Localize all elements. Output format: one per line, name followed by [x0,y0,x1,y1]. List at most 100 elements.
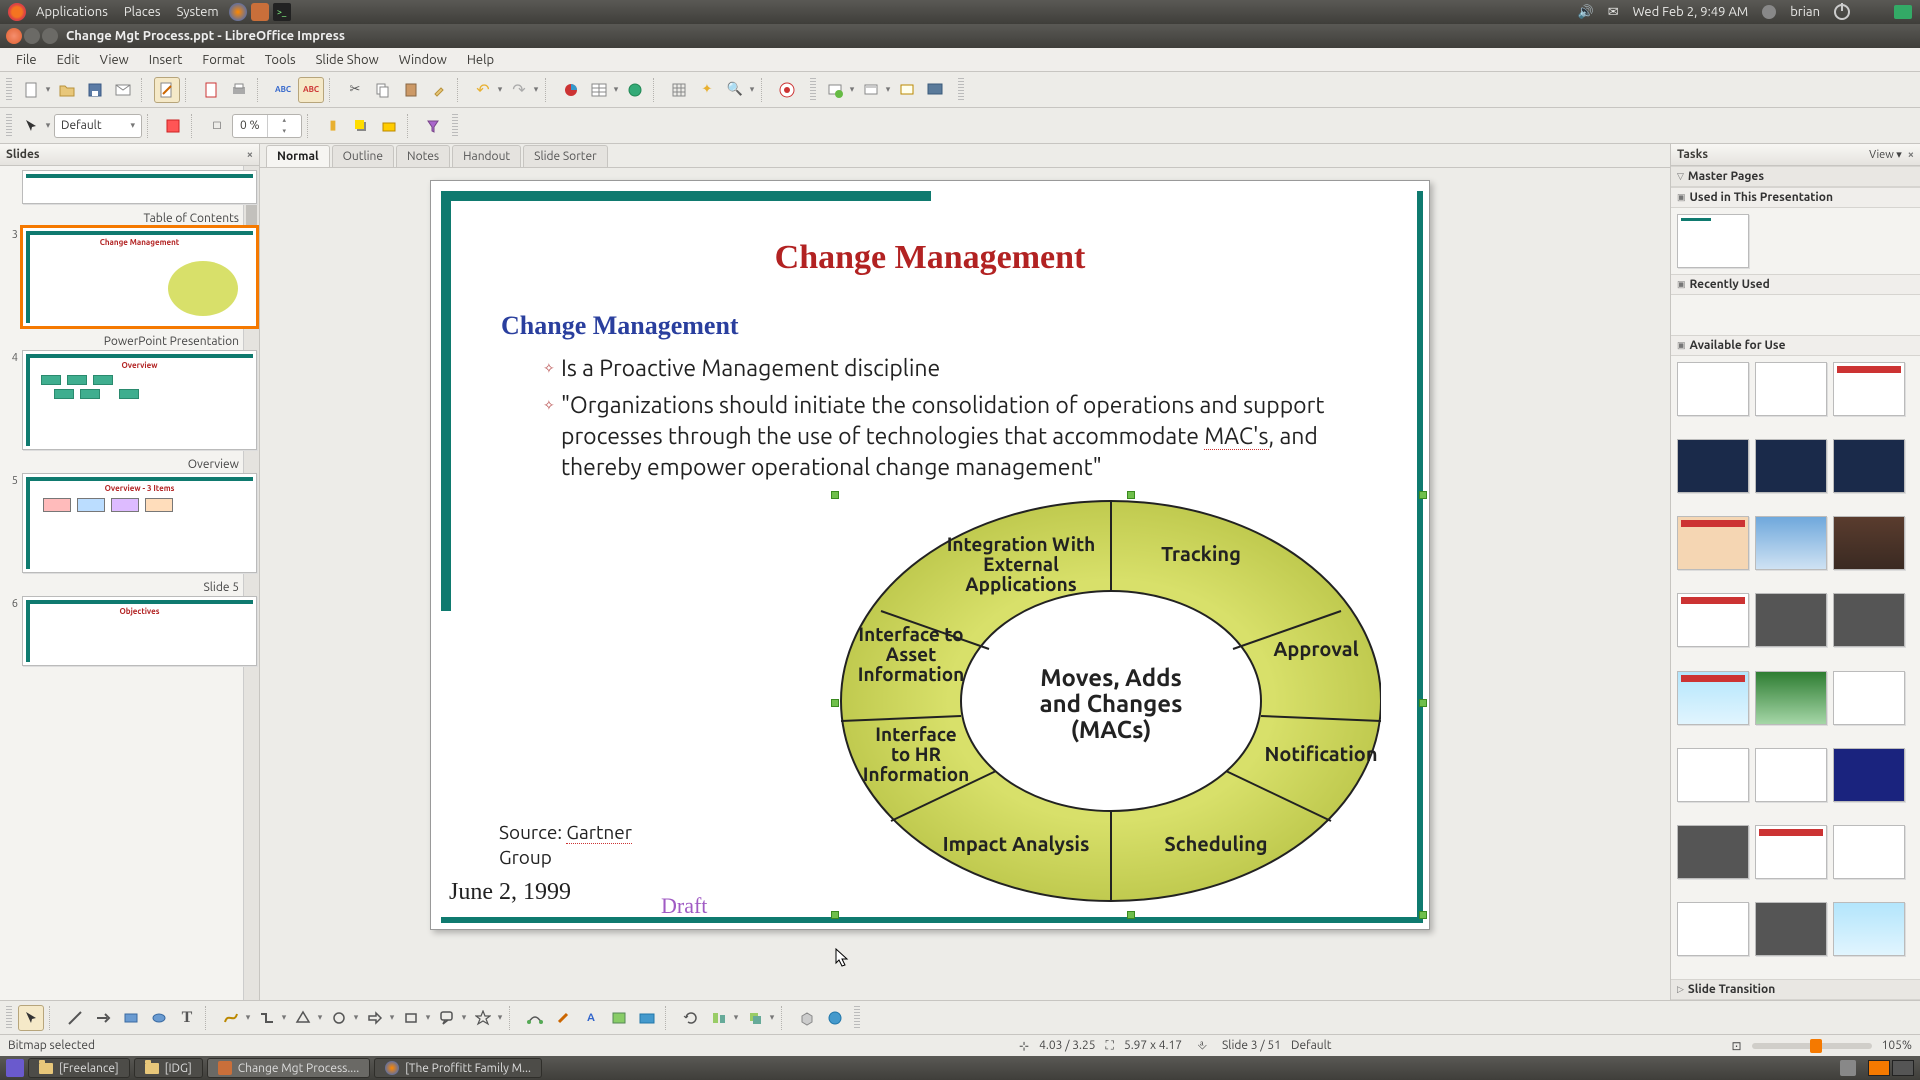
points-edit-tool[interactable] [522,1005,548,1031]
selection-handle[interactable] [1127,911,1135,919]
window-close-button[interactable] [6,28,22,44]
menu-insert[interactable]: Insert [139,50,193,70]
callout-tool[interactable] [434,1005,460,1031]
master-page-thumb[interactable] [1677,362,1749,416]
from-file-tool[interactable] [606,1005,632,1031]
master-page-thumb[interactable] [1833,671,1905,725]
symbol-shapes-tool[interactable] [326,1005,352,1031]
align-tool[interactable] [706,1005,732,1031]
text-tool[interactable]: T [174,1005,200,1031]
section-master-pages[interactable]: Master Pages [1688,170,1764,183]
line-tool[interactable] [62,1005,88,1031]
slides-panel-close[interactable]: × [247,149,253,161]
slide-date[interactable]: June 2, 1999 [449,879,571,906]
paste-button[interactable] [398,77,424,103]
master-page-thumb[interactable] [1755,362,1827,416]
gallery-tool[interactable] [634,1005,660,1031]
gluepoints-tool[interactable] [550,1005,576,1031]
toolbar3-end-grip[interactable] [452,114,458,138]
master-page-thumb[interactable] [1677,439,1749,493]
basic-shapes-tool[interactable] [290,1005,316,1031]
hyperlink-button[interactable] [622,77,648,103]
arrow-tool-dropdown[interactable]: ▾ [44,120,52,131]
mac-donut-diagram[interactable]: Integration WithExternalApplications Tra… [821,491,1381,911]
menu-system[interactable]: System [171,3,225,21]
menu-edit[interactable]: Edit [47,50,90,70]
undo-button[interactable]: ↶ [470,77,496,103]
arrange-dropdown[interactable]: ▾ [768,1012,776,1023]
new-button[interactable] [18,77,44,103]
slide-thumbnail-6[interactable]: Objectives [22,596,257,666]
zoom-button[interactable]: 🔍 [722,77,748,103]
zoom-value[interactable]: 105% [1882,1039,1912,1052]
redo-button[interactable]: ↷ [506,77,532,103]
slide-layout-button[interactable] [858,77,884,103]
spellcheck-button[interactable]: ABC [270,77,296,103]
slide-layout-dropdown[interactable]: ▾ [884,84,892,95]
chart-button[interactable] [558,77,584,103]
zoom-slider[interactable] [1752,1043,1872,1049]
selection-handle[interactable] [1419,911,1427,919]
mail-icon[interactable]: ✉ [1608,5,1619,20]
tab-notes[interactable]: Notes [396,145,450,167]
slide-thumbnail-2[interactable] [22,170,257,204]
master-page-thumb[interactable] [1755,902,1827,956]
master-page-thumb[interactable] [1677,671,1749,725]
master-page-thumb[interactable] [1833,362,1905,416]
selection-handle[interactable] [1419,491,1427,499]
insert-slide-button[interactable] [822,77,848,103]
taskbar-item[interactable]: [IDG] [134,1058,203,1078]
menu-view[interactable]: View [90,50,139,70]
section-slide-transition[interactable]: Slide Transition [1688,983,1775,996]
curve-dropdown[interactable]: ▾ [244,1012,252,1023]
menu-window[interactable]: Window [389,50,457,70]
interaction-tool[interactable] [822,1005,848,1031]
tab-normal[interactable]: Normal [266,145,330,167]
menu-help[interactable]: Help [457,50,504,70]
callout-dropdown[interactable]: ▾ [460,1012,468,1023]
slide-subtitle[interactable]: Change Management [501,311,739,341]
toolbar2-grip[interactable] [810,78,816,102]
tab-handout[interactable]: Handout [452,145,521,167]
clock[interactable]: Wed Feb 2, 9:49 AM [1633,5,1749,19]
drawbar-end-grip[interactable] [854,1006,860,1030]
user-name[interactable]: brian [1790,5,1820,19]
toolbar-grip[interactable] [6,78,12,102]
connector-tool[interactable] [254,1005,280,1031]
selection-handle[interactable] [1419,699,1427,707]
flowchart-dropdown[interactable]: ▾ [424,1012,432,1023]
source-text[interactable]: Source: GartnerGroup [499,821,639,871]
connector-dropdown[interactable]: ▾ [280,1012,288,1023]
menu-places[interactable]: Places [118,3,167,21]
master-page-thumb[interactable] [1677,748,1749,802]
arrow-line-tool[interactable] [90,1005,116,1031]
export-pdf-button[interactable] [198,77,224,103]
block-arrows-dropdown[interactable]: ▾ [388,1012,396,1023]
help-button[interactable] [774,77,800,103]
volume-icon[interactable]: 🔊 [1578,5,1594,20]
extrusion-tool[interactable] [794,1005,820,1031]
selection-handle[interactable] [831,911,839,919]
stars-tool[interactable] [470,1005,496,1031]
menu-tools[interactable]: Tools [255,50,306,70]
master-page-thumb[interactable] [1833,825,1905,879]
table-button[interactable] [586,77,612,103]
select-tool[interactable] [18,1005,44,1031]
master-page-thumb[interactable] [1833,439,1905,493]
master-page-thumb[interactable] [1755,825,1827,879]
app-launcher-icon[interactable] [251,3,269,21]
master-page-thumb[interactable] [1755,516,1827,570]
firefox-icon[interactable] [229,3,247,21]
ellipse-tool[interactable] [146,1005,172,1031]
block-arrows-tool[interactable] [362,1005,388,1031]
filter-button[interactable] [420,113,446,139]
terminal-icon[interactable]: >_ [273,3,291,21]
tasks-view-menu[interactable]: View ▾ [1869,148,1902,161]
fontwork-tool[interactable]: A [578,1005,604,1031]
curve-tool[interactable] [218,1005,244,1031]
menu-applications[interactable]: Applications [30,3,114,21]
email-button[interactable] [110,77,136,103]
master-page-current[interactable] [1677,214,1749,268]
print-button[interactable] [226,77,252,103]
arrange-tool[interactable] [742,1005,768,1031]
